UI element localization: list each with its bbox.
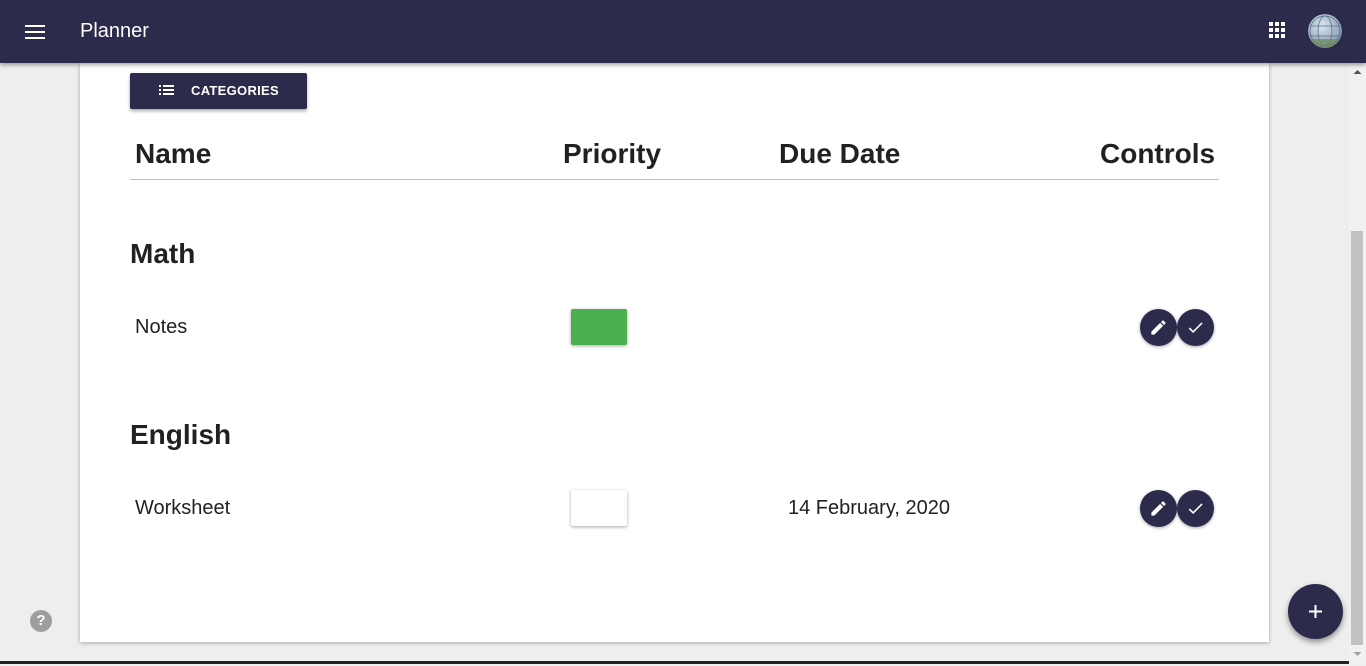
- complete-check-icon: [1188, 503, 1203, 515]
- edit-pencil-icon: [1151, 501, 1166, 516]
- complete-check-icon: [1188, 322, 1203, 334]
- categories-button-label: CATEGORIES: [191, 83, 279, 98]
- edit-task-button[interactable]: [1140, 490, 1177, 527]
- add-task-fab[interactable]: [1288, 584, 1343, 639]
- header-controls: Controls: [1100, 138, 1216, 169]
- category-title: English: [130, 419, 232, 450]
- header-due-date: Due Date: [779, 138, 901, 169]
- scroll-up-arrow-icon[interactable]: [1349, 65, 1366, 79]
- list-icon: [159, 84, 175, 98]
- complete-task-button[interactable]: [1177, 309, 1214, 346]
- category-title: Math: [130, 238, 196, 269]
- task-name: Notes: [135, 316, 188, 338]
- header-priority: Priority: [563, 138, 662, 169]
- page-scrollbar[interactable]: [1349, 63, 1366, 664]
- task-name: Worksheet: [135, 497, 231, 519]
- header-divider: [130, 179, 1219, 180]
- help-icon[interactable]: ?: [30, 610, 52, 632]
- user-avatar[interactable]: [1308, 14, 1342, 48]
- edit-pencil-icon: [1151, 320, 1166, 335]
- priority-indicator[interactable]: [571, 490, 627, 526]
- header-name: Name: [135, 138, 212, 169]
- hamburger-menu-icon[interactable]: [22, 18, 50, 46]
- planner-card: CATEGORIES Name Priority Due Date Contro…: [80, 63, 1269, 642]
- apps-grid-icon[interactable]: [1266, 19, 1290, 43]
- app-title: Planner: [80, 20, 149, 42]
- categories-button[interactable]: CATEGORIES: [130, 73, 307, 109]
- app-bar: Planner: [0, 0, 1366, 63]
- scrollbar-thumb[interactable]: [1351, 231, 1363, 645]
- priority-indicator[interactable]: [571, 309, 627, 345]
- complete-task-button[interactable]: [1177, 490, 1214, 527]
- task-due-date: 14 February, 2020: [788, 497, 950, 519]
- edit-task-button[interactable]: [1140, 309, 1177, 346]
- plus-icon: [1309, 605, 1322, 618]
- scroll-down-arrow-icon[interactable]: [1349, 647, 1366, 661]
